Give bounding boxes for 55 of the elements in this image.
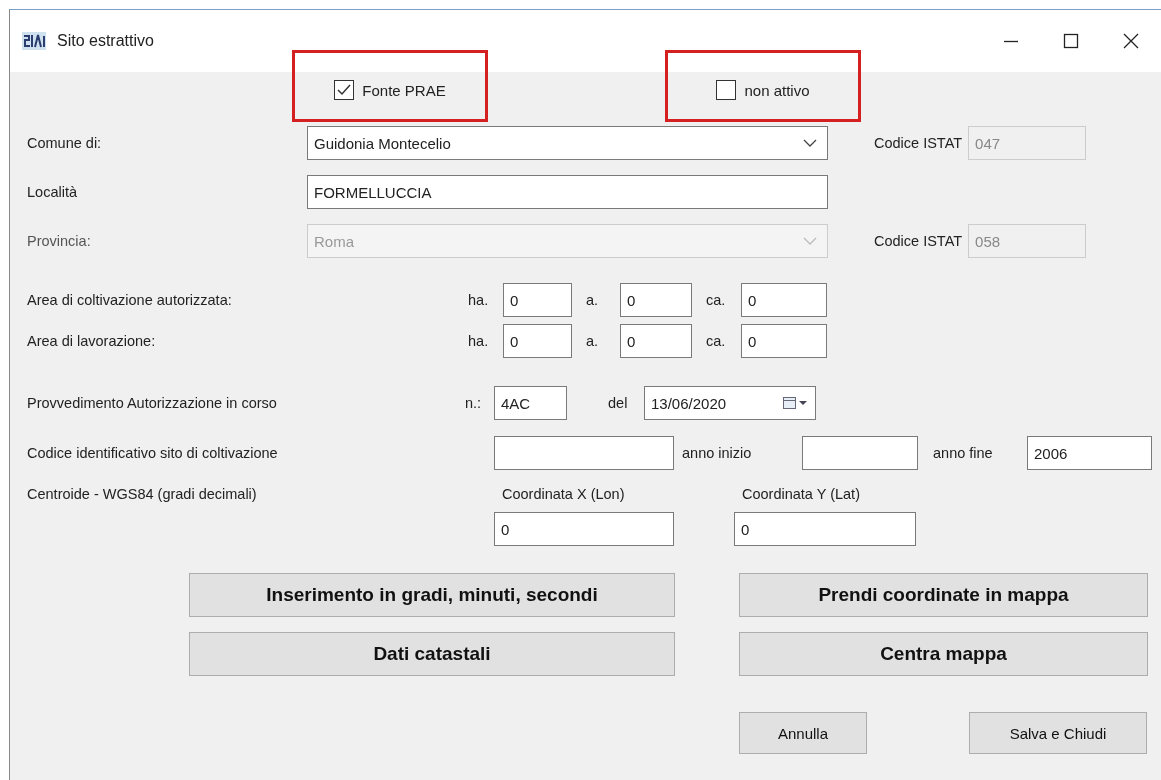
istat-label: Codice ISTAT	[874, 135, 963, 151]
area-field[interactable]: 0	[620, 283, 692, 317]
close-icon[interactable]	[1123, 33, 1139, 49]
number-field[interactable]: 4AC	[494, 386, 567, 420]
window-title: Sito estrattivo	[57, 32, 154, 50]
area-field[interactable]: 0	[620, 324, 692, 358]
date-label: del	[608, 395, 629, 411]
anno-fine-field[interactable]: 2006	[1027, 436, 1152, 470]
action-button[interactable]: Centra mappa	[739, 632, 1148, 676]
provvedimento-label: Provvedimento Autorizzazione in corso	[27, 395, 278, 411]
area-field[interactable]: 0	[741, 324, 827, 358]
field-label: Località	[27, 184, 78, 200]
date-picker[interactable]: 13/06/2020	[644, 386, 816, 420]
cancel-button[interactable]: Annulla	[739, 712, 867, 754]
istat-label: Codice ISTAT	[874, 233, 963, 249]
checkbox-label[interactable]: Fonte PRAE	[362, 81, 446, 99]
coordinate-field[interactable]: 0	[734, 512, 916, 546]
anno-fine-label: anno fine	[933, 445, 994, 461]
unit-label: a.	[586, 292, 600, 308]
number-label: n.:	[465, 395, 483, 411]
unit-label: ca.	[706, 292, 727, 308]
action-button[interactable]: Dati catastali	[189, 632, 675, 676]
centroide-label: Centroide - WGS84 (gradi decimali)	[27, 486, 258, 502]
codice-label: Codice identificativo sito di coltivazione	[27, 445, 279, 461]
area-field[interactable]: 0	[741, 283, 827, 317]
area-label: Area di lavorazione:	[27, 333, 157, 349]
anno-inizio-label: anno inizio	[682, 445, 753, 461]
chevron-down-icon[interactable]	[803, 139, 817, 147]
action-button[interactable]: Prendi coordinate in mappa	[739, 573, 1148, 617]
istat-field: 058	[968, 224, 1087, 258]
calendar-dropdown-icon[interactable]	[783, 396, 809, 410]
unit-label: ha.	[468, 292, 490, 308]
maximize-icon[interactable]	[1063, 33, 1079, 49]
coordinate-label: Coordinata Y (Lat)	[741, 486, 861, 502]
action-button[interactable]: Inserimento in gradi, minuti, secondi	[189, 573, 675, 617]
anno-inizio-field[interactable]	[802, 436, 918, 470]
text-field[interactable]: FORMELLUCCIA	[307, 175, 828, 209]
area-label: Area di coltivazione autorizzata:	[27, 292, 233, 308]
field-label: Comune di:	[27, 135, 103, 151]
coordinate-label: Coordinata X (Lon)	[501, 486, 626, 502]
checkbox[interactable]	[334, 80, 355, 100]
coordinate-field[interactable]: 0	[494, 512, 674, 546]
checkbox[interactable]	[716, 80, 737, 100]
area-field[interactable]: 0	[503, 324, 572, 358]
codice-field[interactable]	[494, 436, 674, 470]
unit-label: ca.	[706, 333, 727, 349]
dropdown-field[interactable]: Guidonia Montecelio	[307, 126, 828, 160]
save-button[interactable]: Salva e Chiudi	[969, 712, 1147, 754]
checkbox-label[interactable]: non attivo	[744, 81, 810, 99]
app-logo-icon	[22, 32, 46, 50]
area-field[interactable]: 0	[503, 283, 572, 317]
istat-field: 047	[968, 126, 1087, 160]
field-label: Provincia:	[27, 233, 92, 249]
unit-label: a.	[586, 333, 600, 349]
unit-label: ha.	[468, 333, 490, 349]
